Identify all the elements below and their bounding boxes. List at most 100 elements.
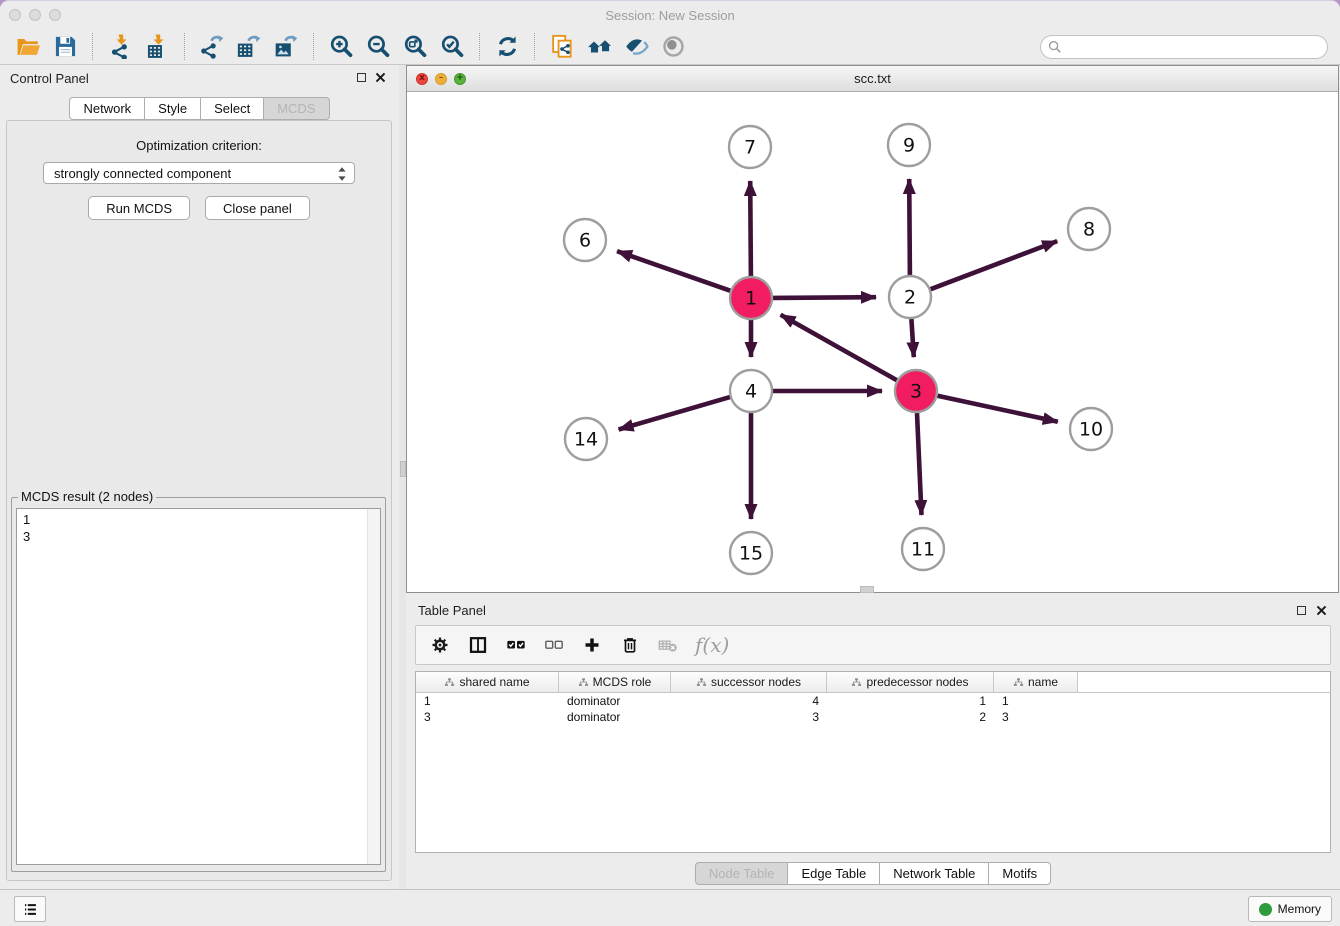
export-table-icon[interactable] [231, 32, 268, 62]
column-header-shared-name[interactable]: shared name [416, 672, 559, 692]
table-toolbar: f(x) [415, 625, 1331, 665]
import-table-icon[interactable] [139, 32, 176, 62]
table-cell[interactable]: 3 [994, 710, 1078, 724]
network-window-titlebar: x – + scc.txt [407, 66, 1338, 92]
task-history-button[interactable] [14, 896, 46, 922]
float-panel-icon[interactable] [357, 73, 366, 82]
column-header-name[interactable]: name [994, 672, 1078, 692]
network-canvas[interactable]: 7968124314101511 [407, 91, 1338, 592]
export-network-icon[interactable] [194, 32, 231, 62]
mcds-result-lines: 13 [17, 509, 380, 547]
edge-2-8[interactable] [931, 241, 1058, 289]
table-cell[interactable]: 2 [827, 710, 994, 724]
node-table: shared name MCDS role successor nodes prede… [415, 671, 1331, 853]
table-cell[interactable]: 1 [994, 694, 1078, 708]
control-panel: Control Panel NetworkStyleSelectMCDS Opt… [0, 65, 399, 891]
function-builder-icon: f(x) [695, 635, 729, 655]
table-panel-title: Table Panel [418, 603, 486, 618]
refresh-layout-icon[interactable] [489, 32, 526, 62]
criterion-select[interactable]: strongly connected component [43, 162, 355, 184]
add-row-icon[interactable] [581, 635, 602, 656]
node-label-14: 14 [574, 429, 598, 451]
tab-node-table[interactable]: Node Table [695, 862, 789, 885]
network-view-window: x – + scc.txt 7968124314101511 [406, 65, 1339, 593]
table-cell[interactable]: dominator [559, 710, 671, 724]
table-row[interactable]: 1dominator411 [416, 693, 1330, 709]
settings-gear-icon[interactable] [429, 635, 450, 656]
edge-3-1[interactable] [781, 315, 897, 381]
column-header-MCDS-role[interactable]: MCDS role [559, 672, 671, 692]
control-panel-tabs: NetworkStyleSelectMCDS [0, 97, 399, 120]
zoom-fit-icon[interactable] [397, 32, 434, 62]
edge-2-9[interactable] [909, 179, 910, 275]
clone-network-icon[interactable] [544, 32, 581, 62]
search-wrap [1040, 35, 1328, 59]
import-network-icon[interactable] [102, 32, 139, 62]
column-header-successor-nodes[interactable]: successor nodes [671, 672, 827, 692]
unselect-all-icon[interactable] [543, 635, 564, 656]
close-panel-icon[interactable] [375, 72, 386, 83]
memory-button[interactable]: Memory [1248, 896, 1332, 922]
open-folder-icon[interactable] [10, 32, 47, 62]
apply-visual-style-icon[interactable] [618, 32, 655, 62]
zoom-selected-icon[interactable] [434, 32, 471, 62]
save-session-icon[interactable] [47, 32, 84, 62]
list-icon [22, 901, 39, 918]
table-cell[interactable]: 1 [827, 694, 994, 708]
table-cell[interactable]: 1 [416, 694, 559, 708]
table-cell[interactable]: 3 [416, 710, 559, 724]
edge-4-14[interactable] [619, 397, 730, 429]
table-cell[interactable]: 4 [671, 694, 827, 708]
home-icon[interactable] [581, 32, 618, 62]
column-label: MCDS role [593, 675, 652, 689]
toolbar-separator [184, 33, 186, 60]
select-all-icon[interactable] [505, 635, 526, 656]
tab-mcds[interactable]: MCDS [264, 97, 329, 120]
node-label-2: 2 [904, 287, 916, 309]
edge-1-7[interactable] [750, 181, 751, 276]
column-header-predecessor-nodes[interactable]: predecessor nodes [827, 672, 994, 692]
mcds-result-box[interactable]: 13 [16, 508, 381, 865]
edge-3-10[interactable] [938, 396, 1058, 422]
table-cell[interactable]: dominator [559, 694, 671, 708]
hierarchy-icon [696, 677, 707, 688]
search-input[interactable] [1040, 35, 1328, 59]
edge-1-2[interactable] [773, 297, 876, 298]
export-image-icon[interactable] [268, 32, 305, 62]
select-chevrons-icon [337, 166, 347, 182]
birds-eye-view-icon[interactable] [655, 32, 692, 62]
table-header: shared name MCDS role successor nodes prede… [416, 672, 1330, 693]
close-table-panel-icon[interactable] [1316, 605, 1327, 616]
edge-1-6[interactable] [617, 251, 730, 291]
column-label: successor nodes [711, 675, 801, 689]
show-column-icon[interactable] [467, 635, 488, 656]
edge-3-11[interactable] [917, 413, 922, 515]
float-table-panel-icon[interactable] [1297, 606, 1306, 615]
hierarchy-icon [444, 677, 455, 688]
tab-network-table[interactable]: Network Table [880, 862, 989, 885]
tab-motifs[interactable]: Motifs [989, 862, 1051, 885]
tab-style[interactable]: Style [145, 97, 201, 120]
result-scrollbar[interactable] [367, 509, 380, 864]
delete-row-icon[interactable] [619, 635, 640, 656]
node-label-6: 6 [579, 230, 591, 252]
run-mcds-button[interactable]: Run MCDS [88, 196, 190, 220]
tab-select[interactable]: Select [201, 97, 264, 120]
node-label-15: 15 [739, 543, 763, 565]
app-window: Session: New Session Control Panel [0, 0, 1340, 926]
table-row[interactable]: 3dominator323 [416, 709, 1330, 725]
table-body: 1dominator4113dominator323 [416, 693, 1330, 725]
toolbar-separator [479, 33, 481, 60]
tab-edge-table[interactable]: Edge Table [788, 862, 880, 885]
edge-2-3[interactable] [911, 319, 913, 357]
horizontal-splitter-grip[interactable] [860, 586, 874, 593]
vertical-splitter[interactable] [399, 65, 406, 891]
hierarchy-icon [578, 677, 589, 688]
node-label-8: 8 [1083, 219, 1095, 241]
tab-network[interactable]: Network [69, 97, 145, 120]
zoom-in-icon[interactable] [323, 32, 360, 62]
table-cell[interactable]: 3 [671, 710, 827, 724]
network-window-title: scc.txt [407, 71, 1338, 86]
close-panel-button[interactable]: Close panel [205, 196, 310, 220]
zoom-out-icon[interactable] [360, 32, 397, 62]
